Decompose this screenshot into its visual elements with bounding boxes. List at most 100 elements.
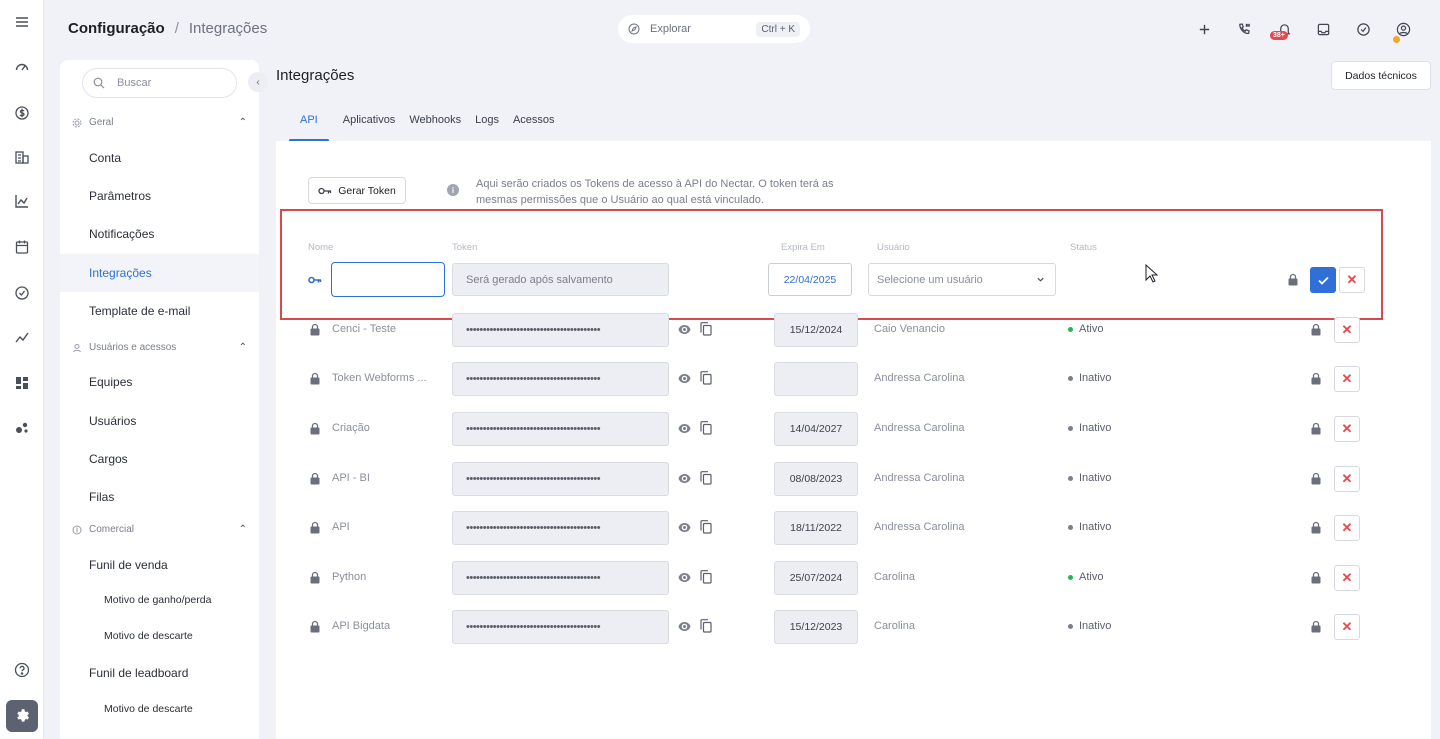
plus-icon[interactable] (1195, 20, 1213, 38)
token-name: API Bigdata (332, 620, 391, 632)
check-circle-icon[interactable] (12, 283, 32, 303)
tab-bar: API Aplicativos Webhooks Logs Acessos (289, 114, 569, 142)
lock-icon[interactable] (1310, 620, 1322, 633)
copy-icon[interactable] (700, 322, 712, 336)
tab-webhooks[interactable]: Webhooks (409, 114, 461, 142)
token-name: API (332, 521, 350, 533)
sidebar-search-input[interactable]: Buscar (82, 68, 237, 98)
confirm-new-token-button[interactable] (1310, 267, 1336, 293)
token-value-field: •••••••••••••••••••••••••••••••••••••••• (452, 561, 669, 595)
token-row: API •••••••••••••••••••••••••••••••••••••… (0, 511, 1440, 545)
sidebar-item-parametros[interactable]: Parâmetros (89, 189, 151, 203)
chart-icon[interactable] (12, 191, 32, 211)
copy-icon[interactable] (700, 619, 712, 633)
lock-icon[interactable] (1310, 372, 1322, 385)
copy-icon[interactable] (700, 471, 712, 485)
sidebar-subitem-motivo-descarte-2[interactable]: Motivo de descarte (104, 703, 193, 715)
copy-icon[interactable] (700, 371, 712, 385)
eye-icon[interactable] (678, 473, 691, 484)
tab-api[interactable]: API (289, 114, 329, 142)
help-icon[interactable] (12, 660, 32, 680)
column-header-nome: Nome (308, 242, 334, 253)
token-name: Python (332, 571, 367, 583)
gerar-token-button[interactable]: Gerar Token (308, 177, 406, 204)
new-token-expiry-date[interactable]: 22/04/2025 (768, 263, 852, 296)
dashboard-gauge-icon[interactable] (12, 57, 32, 77)
token-value-field: •••••••••••••••••••••••••••••••••••••••• (452, 412, 669, 446)
token-expiry-date[interactable]: 25/07/2024 (774, 561, 858, 595)
sidebar-item-conta[interactable]: Conta (89, 151, 121, 165)
delete-token-button[interactable]: ✕ (1334, 466, 1360, 492)
token-expiry-date[interactable]: 14/04/2027 (774, 412, 858, 446)
copy-icon[interactable] (700, 570, 712, 584)
section-geral[interactable]: Geral ⌃ (72, 117, 247, 128)
token-row: Cenci - Teste •••••••••••••••••••••••••••… (0, 313, 1440, 347)
delete-token-button[interactable]: ✕ (1334, 515, 1360, 541)
cancel-new-token-button[interactable]: ✕ (1339, 267, 1365, 293)
delete-token-button[interactable]: ✕ (1334, 565, 1360, 591)
eye-icon[interactable] (678, 423, 691, 434)
search-icon (93, 77, 105, 89)
delete-token-button[interactable]: ✕ (1334, 614, 1360, 640)
new-token-user-select[interactable]: Selecione um usuário (868, 263, 1056, 296)
breadcrumb: Configuração / Integrações (68, 20, 267, 37)
status-dot (1068, 623, 1073, 629)
eye-icon[interactable] (678, 621, 691, 632)
tab-acessos[interactable]: Acessos (513, 114, 555, 142)
sidebar-item-funil-leadboard[interactable]: Funil de leadboard (89, 666, 188, 680)
section-geral-label: Geral (89, 117, 114, 128)
explore-search[interactable]: Explorar Ctrl + K (618, 15, 810, 43)
token-row: API Bigdata •••••••••••••••••••••••••••••… (0, 610, 1440, 644)
delete-token-button[interactable]: ✕ (1334, 416, 1360, 442)
info-text: Aqui serão criados os Tokens de acesso à… (476, 178, 834, 206)
tab-logs[interactable]: Logs (475, 114, 499, 142)
lock-icon[interactable] (1310, 472, 1322, 485)
lock-icon[interactable] (1310, 571, 1322, 584)
token-expiry-date[interactable] (774, 362, 858, 396)
top-bar: Configuração / Integrações Explorar Ctrl… (44, 0, 1440, 58)
tab-aplicativos[interactable]: Aplicativos (343, 114, 396, 142)
lock-icon[interactable] (1310, 323, 1322, 336)
eye-icon[interactable] (678, 373, 691, 384)
token-value-field: •••••••••••••••••••••••••••••••••••••••• (452, 511, 669, 545)
sidebar-subitem-motivo-ganho[interactable]: Motivo de ganho/perda (104, 594, 211, 606)
token-expiry-date[interactable]: 15/12/2023 (774, 610, 858, 644)
calendar-icon[interactable] (12, 237, 32, 257)
dados-tecnicos-button[interactable]: Dados técnicos (1331, 61, 1431, 90)
notification-badge: 38+ (1270, 31, 1288, 40)
token-expiry-date[interactable]: 18/11/2022 (774, 511, 858, 545)
money-icon[interactable] (12, 103, 32, 123)
status-dot (1068, 326, 1073, 332)
chevron-down-icon (1037, 277, 1044, 282)
token-user: Andressa Carolina (874, 372, 965, 384)
lock-icon[interactable] (1287, 273, 1299, 286)
info-icon: i (447, 184, 459, 196)
new-token-name-input[interactable] (331, 262, 445, 297)
collapse-sidebar-button[interactable]: ‹ (248, 72, 268, 92)
copy-icon[interactable] (700, 520, 712, 534)
inbox-icon[interactable] (1314, 20, 1332, 38)
token-expiry-date[interactable]: 15/12/2024 (774, 313, 858, 347)
sidebar-item-notificacoes[interactable]: Notificações (89, 227, 154, 241)
sidebar-item-integracoes[interactable]: Integrações (89, 266, 152, 280)
settings-gear-icon[interactable] (6, 700, 38, 732)
eye-icon[interactable] (678, 572, 691, 583)
status-badge: Ativo (1068, 571, 1103, 583)
delete-token-button[interactable]: ✕ (1334, 317, 1360, 343)
status-dot (1068, 524, 1073, 530)
eye-icon[interactable] (678, 324, 691, 335)
breadcrumb-root[interactable]: Configuração (68, 20, 165, 37)
task-check-icon[interactable] (1354, 20, 1372, 38)
lock-icon[interactable] (1310, 422, 1322, 435)
lock-icon (310, 372, 320, 385)
status-label: Inativo (1079, 422, 1112, 434)
token-value-field: •••••••••••••••••••••••••••••••••••••••• (452, 462, 669, 496)
building-icon[interactable] (12, 147, 32, 167)
phone-icon[interactable] (1235, 20, 1253, 38)
eye-icon[interactable] (678, 522, 691, 533)
delete-token-button[interactable]: ✕ (1334, 366, 1360, 392)
copy-icon[interactable] (700, 421, 712, 435)
token-expiry-date[interactable]: 08/08/2023 (774, 462, 858, 496)
menu-icon[interactable] (12, 12, 32, 32)
lock-icon[interactable] (1310, 521, 1322, 534)
